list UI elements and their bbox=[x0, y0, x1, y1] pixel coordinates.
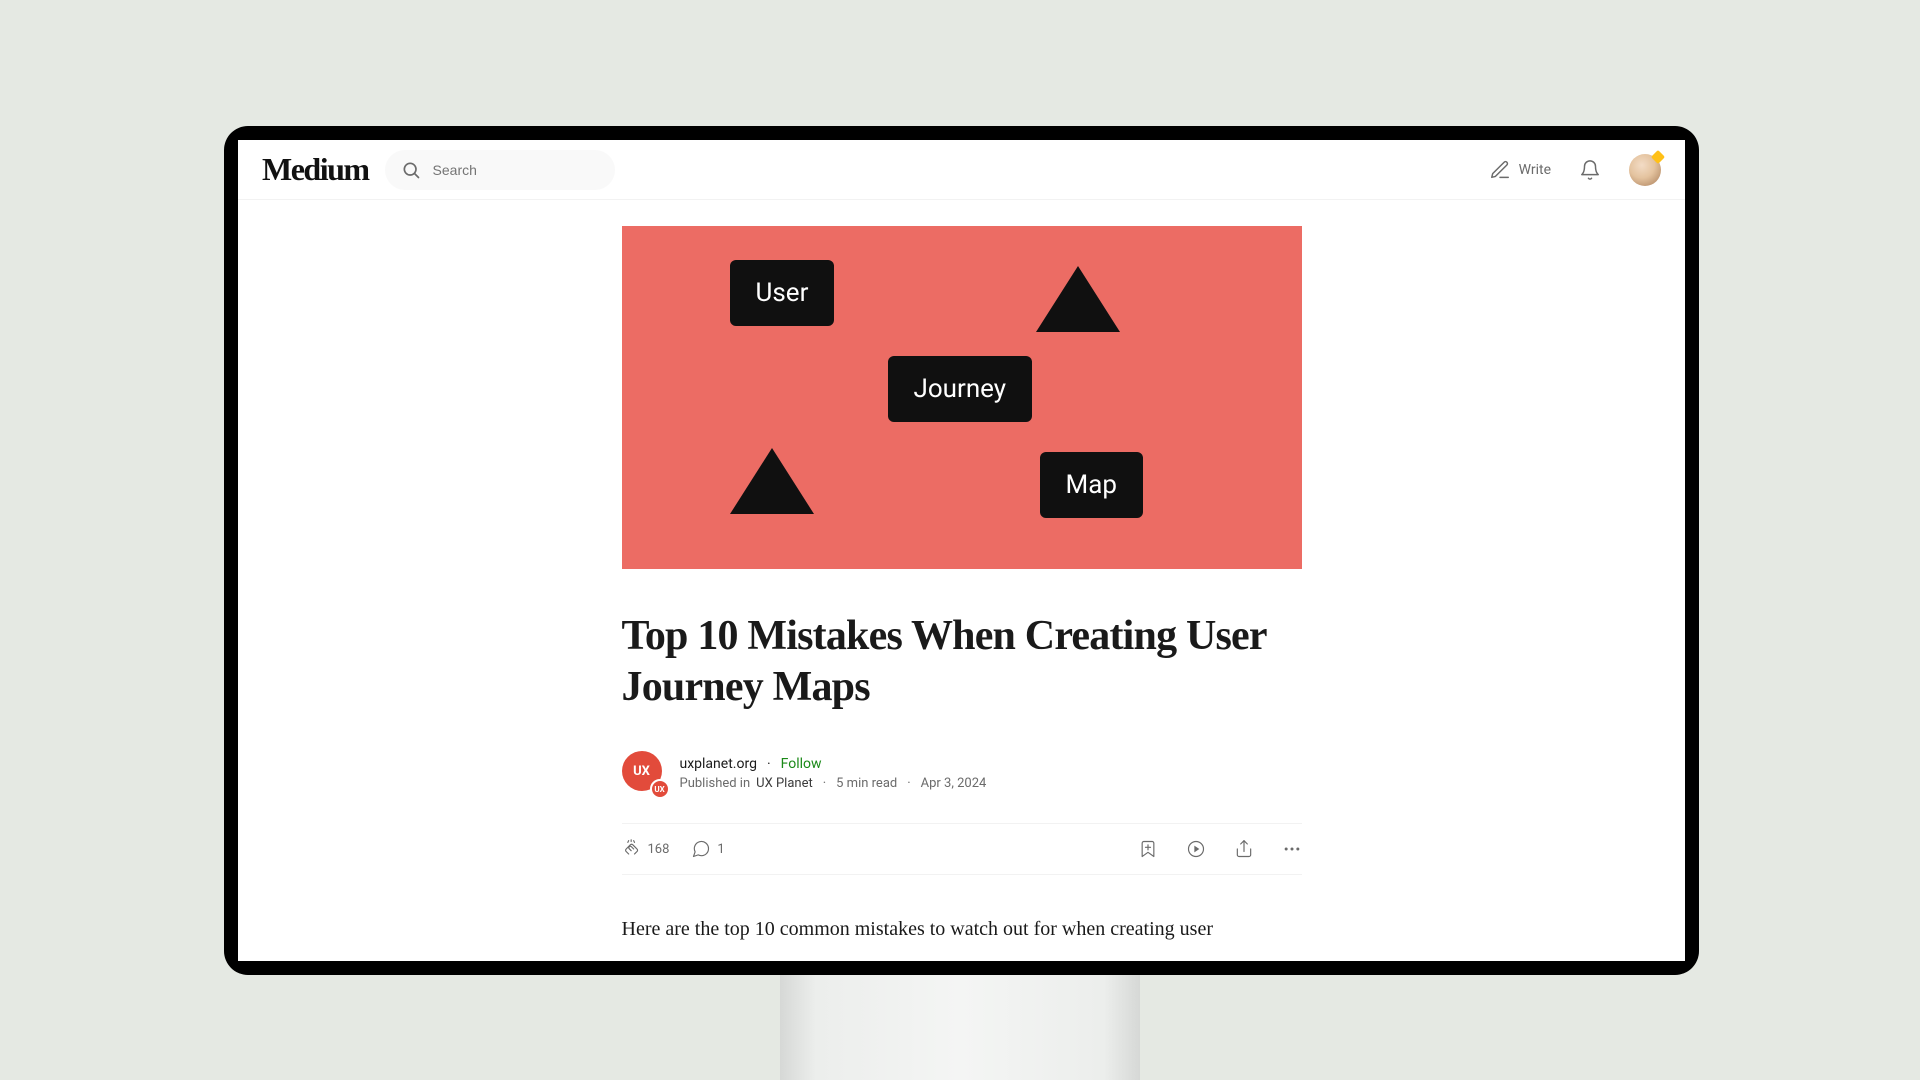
write-label: Write bbox=[1519, 162, 1551, 178]
author-name[interactable]: uxplanet.org bbox=[680, 756, 757, 772]
article-body-intro: Here are the top 10 common mistakes to w… bbox=[622, 913, 1302, 945]
follow-button[interactable]: Follow bbox=[781, 756, 822, 772]
share-icon bbox=[1234, 839, 1254, 859]
share-button[interactable] bbox=[1234, 839, 1254, 859]
hero-triangle-1 bbox=[1036, 266, 1120, 332]
hero-image: User Journey Map bbox=[622, 226, 1302, 569]
byline-dot-2 bbox=[903, 776, 914, 791]
article: User Journey Map Top 10 Mistakes When Cr… bbox=[622, 226, 1302, 945]
screen: Medium Write bbox=[238, 140, 1685, 961]
hero-word-3: Map bbox=[1040, 452, 1143, 518]
write-button[interactable]: Write bbox=[1489, 159, 1551, 181]
app-header: Medium Write bbox=[238, 140, 1685, 200]
monitor-bezel: Medium Write bbox=[224, 126, 1699, 975]
author-avatar-pub: UX bbox=[650, 779, 670, 799]
search-icon bbox=[401, 160, 421, 180]
listen-button[interactable] bbox=[1186, 839, 1206, 859]
comment-icon bbox=[691, 839, 711, 859]
publish-date: Apr 3, 2024 bbox=[921, 776, 987, 791]
save-button[interactable] bbox=[1138, 839, 1158, 859]
action-bar: 168 1 bbox=[622, 823, 1302, 875]
publication-link[interactable]: UX Planet bbox=[756, 776, 813, 791]
hero-triangle-2 bbox=[730, 448, 814, 514]
responses-button[interactable]: 1 bbox=[691, 839, 724, 859]
byline-separator: · bbox=[767, 756, 771, 772]
clap-count: 168 bbox=[648, 842, 670, 857]
write-icon bbox=[1489, 159, 1511, 181]
byline-dot-1 bbox=[819, 776, 830, 791]
monitor-stand bbox=[780, 975, 1140, 1080]
hero-word-2: Journey bbox=[888, 356, 1033, 422]
search-input[interactable] bbox=[433, 162, 599, 178]
read-time: 5 min read bbox=[836, 776, 897, 791]
clap-icon bbox=[622, 839, 642, 859]
bell-icon bbox=[1579, 159, 1601, 181]
clap-button[interactable]: 168 bbox=[622, 839, 670, 859]
search-field[interactable] bbox=[385, 150, 615, 190]
hero-word-1: User bbox=[730, 260, 835, 326]
more-button[interactable] bbox=[1282, 839, 1302, 859]
byline: UX UX uxplanet.org · Follow Published in… bbox=[622, 751, 1302, 795]
more-icon bbox=[1282, 839, 1302, 859]
author-avatar[interactable]: UX UX bbox=[622, 751, 666, 795]
notifications-button[interactable] bbox=[1567, 159, 1613, 181]
medium-logo[interactable]: Medium bbox=[262, 151, 369, 188]
user-avatar[interactable] bbox=[1629, 154, 1661, 186]
bookmark-icon bbox=[1138, 839, 1158, 859]
article-title: Top 10 Mistakes When Creating User Journ… bbox=[622, 611, 1302, 713]
responses-count: 1 bbox=[717, 842, 724, 857]
published-in-prefix: Published in bbox=[680, 776, 751, 791]
play-icon bbox=[1186, 839, 1206, 859]
